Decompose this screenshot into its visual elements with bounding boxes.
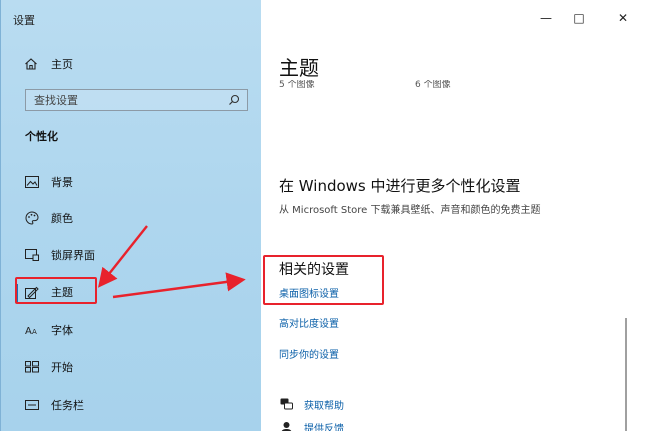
highlight-box-related	[263, 255, 384, 305]
sidebar-item-label: 任务栏	[51, 399, 84, 412]
search-placeholder: 查找设置	[34, 94, 78, 107]
maximize-button[interactable]: □	[564, 8, 594, 28]
get-help-label: 获取帮助	[304, 400, 344, 412]
search-input[interactable]: 查找设置	[25, 89, 248, 111]
sidebar-item-start[interactable]: 开始	[15, 353, 262, 381]
sidebar-home-label: 主页	[51, 58, 73, 71]
palette-icon	[23, 209, 41, 227]
more-personalization-heading: 在 Windows 中进行更多个性化设置	[279, 177, 521, 195]
sync-settings-link[interactable]: 同步你的设置	[279, 346, 339, 361]
sidebar-item-taskbar[interactable]: 任务栏	[15, 391, 262, 419]
sidebar-item-background[interactable]: 背景	[15, 168, 262, 196]
main-panel: — □ ✕ 主题 5 个图像 6 个图像 在 Windows 中进行更多个性化设…	[261, 0, 650, 431]
svg-text:A: A	[32, 328, 37, 336]
get-help-link[interactable]: 获取帮助	[279, 396, 344, 412]
page-title: 主题	[279, 56, 319, 80]
sidebar-item-label: 锁屏界面	[51, 249, 95, 262]
scrollbar[interactable]	[625, 318, 627, 431]
svg-text:A: A	[25, 326, 32, 336]
settings-window: 设置 主页 查找设置 个性化 背景 颜色 锁屏界面 主题 A A 字体 开始 任…	[0, 0, 650, 431]
sidebar-item-label: 颜色	[51, 212, 73, 225]
sidebar-home[interactable]: 主页	[23, 56, 73, 72]
minimize-button[interactable]: —	[531, 8, 561, 28]
home-icon	[23, 56, 39, 72]
close-button[interactable]: ✕	[608, 8, 638, 28]
sidebar-item-colors[interactable]: 颜色	[15, 204, 262, 232]
font-icon: AA	[23, 321, 41, 339]
sidebar-item-label: 开始	[51, 361, 73, 374]
app-title: 设置	[13, 14, 35, 27]
feedback-link[interactable]: 提供反馈	[279, 419, 344, 431]
highlight-box-themes	[15, 277, 97, 304]
sidebar-item-lock-screen[interactable]: 锁屏界面	[15, 241, 262, 269]
feedback-icon	[279, 420, 293, 431]
search-icon[interactable]	[227, 93, 241, 107]
theme-thumb-caption: 6 个图像	[415, 80, 451, 90]
picture-icon	[23, 173, 41, 191]
sidebar: 设置 主页 查找设置 个性化 背景 颜色 锁屏界面 主题 A A 字体 开始 任…	[0, 0, 261, 431]
lock-screen-icon	[23, 246, 41, 264]
section-title: 个性化	[25, 130, 58, 143]
high-contrast-settings-link[interactable]: 高对比度设置	[279, 315, 339, 330]
feedback-label: 提供反馈	[304, 423, 344, 431]
taskbar-icon	[23, 396, 41, 414]
sidebar-item-label: 背景	[51, 176, 73, 189]
start-icon	[23, 358, 41, 376]
help-chat-icon	[279, 397, 293, 411]
theme-thumb-caption: 5 个图像	[279, 80, 315, 90]
sidebar-item-label: 字体	[51, 324, 73, 337]
more-personalization-subtitle: 从 Microsoft Store 下载兼具壁纸、声音和颜色的免费主题	[279, 205, 541, 216]
sidebar-item-fonts[interactable]: AA 字体	[15, 316, 262, 344]
